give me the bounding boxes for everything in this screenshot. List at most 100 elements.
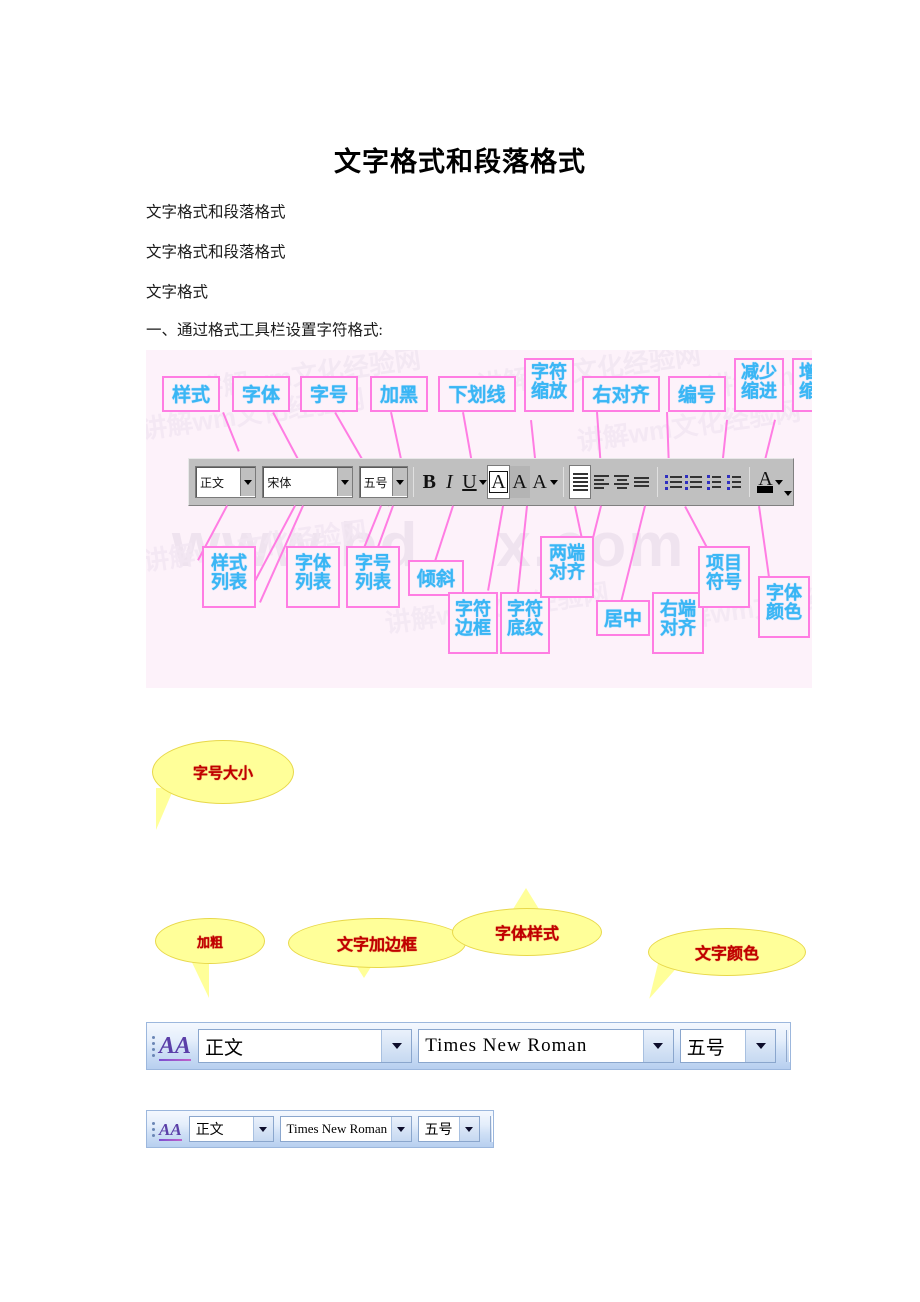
label-line-1: 减少 [741,362,777,382]
chevron-down-icon[interactable] [336,468,352,496]
label-line-1: 字符 [507,599,543,619]
callout-text: 字体样式 [452,908,602,956]
numbering-icon [664,474,682,490]
size-combo-small[interactable]: 五号 [417,1116,480,1142]
toolbar-overflow-icon[interactable] [783,464,793,500]
diagram-label-italic: 倾斜 [408,560,464,596]
bullets-button[interactable] [683,466,703,498]
callout-text-color: 文字颜色 [648,928,806,1005]
callout-text: 字号大小 [152,740,294,804]
bold-button[interactable]: B [419,466,439,498]
label-line-2: 列表 [211,571,247,592]
chevron-down-icon[interactable] [240,468,256,496]
chevron-down-icon[interactable] [391,468,407,496]
align-justify-button[interactable] [569,465,592,499]
callout-font-style: 字体样式 [452,888,602,956]
bullets-icon [684,474,702,490]
callout-font-size: 字号大小 [152,740,294,830]
label-line-2: 底纹 [507,617,543,638]
paragraph-2: 文字格式和段落格式 [146,244,286,261]
diagram-label-font: 字体 [232,376,290,412]
font-combo-large[interactable]: Times New Roman [418,1029,674,1063]
diagram-label-fontsize: 字号 [300,376,358,412]
diagram-label-style: 样式 [162,376,220,412]
callout-text: 文字颜色 [648,928,806,976]
styles-and-formatting-icon[interactable]: AA [159,1121,182,1141]
word-formatting-toolbar-large[interactable]: AA 正文 Times New Roman 五号 [146,1022,791,1070]
label-line-1: 字体 [766,583,802,603]
document-page: 文字格式和段落格式 文字格式和段落格式 文字格式和段落格式 文字格式 一、通过格… [0,0,920,1302]
style-combo-value: 正文 [200,475,225,490]
char-border-glyph: A [489,471,508,493]
size-combo-value: 五号 [686,1037,725,1059]
toolbar-grip-handle[interactable] [152,1121,155,1137]
paragraph-4: 一、通过格式工具栏设置字符格式: [146,322,383,339]
size-combo-97[interactable]: 五号 [358,466,408,498]
chevron-down-icon[interactable] [252,1117,273,1141]
font-color-dropdown-icon[interactable] [775,466,784,498]
diagram-label-size-list: 字号 列表 [346,546,400,608]
italic-button[interactable]: I [439,466,459,498]
diagram-label-decrease-indent: 减少 缩进 [734,358,784,412]
align-center-button[interactable] [612,466,632,498]
word97-formatting-toolbar[interactable]: 正文 宋体 五号 B I U A A A A [188,458,794,506]
label-line-1: 增加 [799,362,812,382]
character-shading-button[interactable]: A [509,466,530,498]
decrease-indent-button[interactable] [704,466,724,498]
callout-text: 加粗 [155,918,265,964]
label-line-2: 缩进 [799,380,812,401]
diagram-label-font-color: 字体 颜色 [758,576,810,638]
numbering-button[interactable] [663,466,683,498]
chevron-down-icon[interactable] [390,1117,411,1141]
label-line-2: 列表 [355,571,391,592]
leader-line [758,506,771,578]
scale-dropdown-icon[interactable] [549,466,558,498]
style-combo-small[interactable]: 正文 [188,1116,274,1142]
chevron-down-icon[interactable] [745,1030,776,1062]
align-left-button[interactable] [591,466,611,498]
toolbar-separator [786,1029,790,1063]
align-left-icon [593,475,609,489]
toolbar-separator [412,467,415,497]
increase-indent-button[interactable] [724,466,744,498]
label-line-2: 列表 [295,571,331,592]
word-formatting-toolbar-small[interactable]: AA 正文 Times New Roman 五号 [146,1110,494,1148]
character-border-button[interactable]: A [487,465,510,499]
annotated-toolbar-diagram: www.bd x.com 讲解wm文化经验网 讲解wm文化经验网 讲解wm文化经… [146,350,812,688]
chevron-down-icon[interactable] [642,1030,673,1062]
style-combo-value: 正文 [205,1037,244,1059]
diagram-label-style-list: 样式 列表 [202,546,256,608]
underline-dropdown-icon[interactable] [479,466,488,498]
font-color-button[interactable]: A [755,466,775,498]
label-line-1: 字符 [531,362,567,382]
underline-button[interactable]: U [459,466,479,498]
diagram-label-bullets: 项目 符号 [698,546,750,608]
font-combo-97[interactable]: 宋体 [262,466,353,498]
size-combo-large[interactable]: 五号 [679,1029,777,1063]
chevron-down-icon[interactable] [381,1030,412,1062]
chevron-down-icon[interactable] [458,1117,479,1141]
style-combo-large[interactable]: 正文 [198,1029,413,1063]
diagram-label-increase-indent: 增加 缩进 [792,358,812,412]
font-combo-small[interactable]: Times New Roman [279,1116,412,1142]
diagram-label-char-border: 字符 边框 [448,592,498,654]
justify-icon [572,473,588,491]
label-line-2: 边框 [455,617,491,638]
label-line-2: 对齐 [660,617,696,638]
label-line-2: 颜色 [766,601,802,622]
diagram-label-justify: 两端 对齐 [540,536,594,598]
character-scale-button[interactable]: A [530,466,550,498]
size-combo-value: 五号 [424,1123,453,1138]
line-spacing-button[interactable] [632,466,652,498]
decrease-indent-icon [706,474,721,490]
font-color-glyph: A [758,467,773,490]
label-line-1: 字号 [355,553,391,573]
diagram-label-numbering: 编号 [668,376,726,412]
toolbar-grip-handle[interactable] [152,1035,155,1057]
paragraph-1: 文字格式和段落格式 [146,204,286,221]
styles-and-formatting-icon[interactable]: AA [159,1034,192,1061]
callout-text-border: 文字加边框 [288,918,466,978]
toolbar-separator [656,467,659,497]
font-combo-value: Times New Roman [286,1121,388,1136]
style-combo-97[interactable]: 正文 [195,466,257,498]
